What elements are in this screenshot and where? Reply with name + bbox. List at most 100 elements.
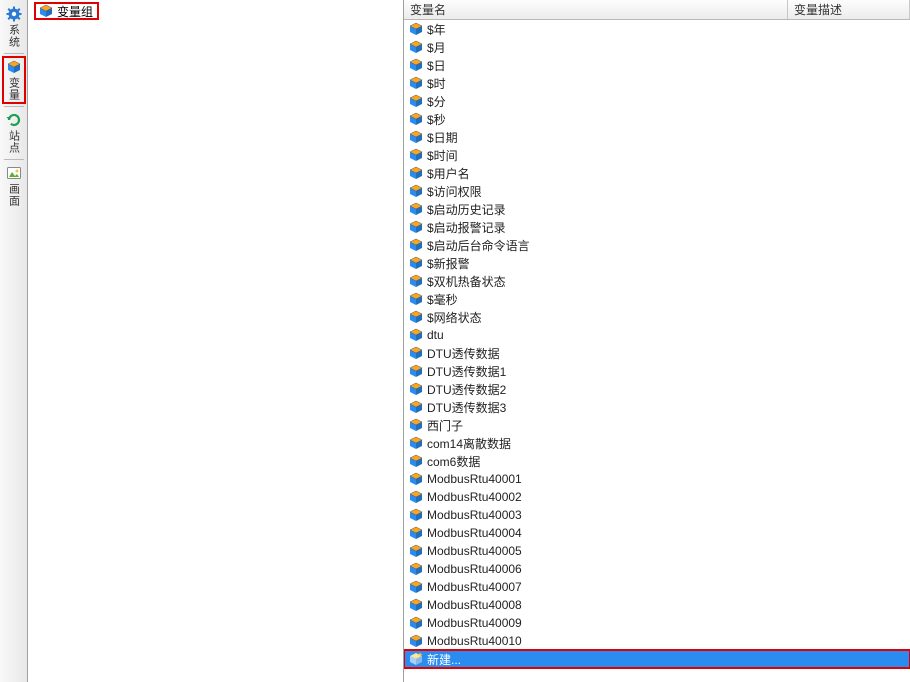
list-item[interactable]: $用户名: [404, 164, 910, 182]
list-item-new[interactable]: 新建...: [404, 650, 910, 668]
list-item[interactable]: ModbusRtu40006: [404, 560, 910, 578]
cube-icon: [408, 273, 424, 289]
list-item[interactable]: $毫秒: [404, 290, 910, 308]
cube-icon: [408, 57, 424, 73]
list-item-label: ModbusRtu40006: [427, 562, 522, 576]
list-item[interactable]: $启动报警记录: [404, 218, 910, 236]
column-header-name[interactable]: 变量名: [404, 0, 788, 19]
list-item[interactable]: $年: [404, 20, 910, 38]
list-item[interactable]: $新报警: [404, 254, 910, 272]
list-item-label: $时间: [427, 147, 458, 164]
column-header-desc[interactable]: 变量描述: [788, 0, 910, 19]
list-item-label: $启动历史记录: [427, 201, 506, 218]
list-item[interactable]: ModbusRtu40008: [404, 596, 910, 614]
list-item-label: 西门子: [427, 417, 463, 434]
cube-icon: [408, 237, 424, 253]
cube-icon: [408, 129, 424, 145]
list-item[interactable]: ModbusRtu40010: [404, 632, 910, 650]
list-item[interactable]: ModbusRtu40002: [404, 488, 910, 506]
list-item[interactable]: $双机热备状态: [404, 272, 910, 290]
list-item-label: $新报警: [427, 255, 470, 272]
cube-icon: [408, 525, 424, 541]
list-item[interactable]: $日期: [404, 128, 910, 146]
cube-icon: [408, 183, 424, 199]
list-item-label: $访问权限: [427, 183, 482, 200]
list-item-label: ModbusRtu40003: [427, 508, 522, 522]
cube-icon: [408, 435, 424, 451]
list-item[interactable]: $网络状态: [404, 308, 910, 326]
refresh-icon: [6, 112, 22, 128]
list-item-label: $双机热备状态: [427, 273, 506, 290]
list-item[interactable]: ModbusRtu40007: [404, 578, 910, 596]
list-item[interactable]: $时: [404, 74, 910, 92]
cube-icon: [408, 453, 424, 469]
list-item[interactable]: $日: [404, 56, 910, 74]
tree-root-label: 变量组: [57, 3, 93, 20]
list-item[interactable]: $访问权限: [404, 182, 910, 200]
list-item-label: $启动后台命令语言: [427, 237, 530, 254]
cube-icon: [408, 381, 424, 397]
cube-icon: [408, 417, 424, 433]
picture-icon: [6, 165, 22, 181]
list-item[interactable]: 西门子: [404, 416, 910, 434]
cube-icon: [408, 399, 424, 415]
list-item[interactable]: com6数据: [404, 452, 910, 470]
sidebar-item-variables[interactable]: 变量: [2, 56, 26, 104]
list-item[interactable]: ModbusRtu40009: [404, 614, 910, 632]
list-item-label: $年: [427, 21, 446, 38]
sidebar-item-label: 画面: [6, 183, 22, 207]
tree-panel: 变量组: [28, 0, 404, 682]
sidebar-item-stations[interactable]: 站点: [2, 109, 26, 157]
list-item[interactable]: dtu: [404, 326, 910, 344]
list-item[interactable]: ModbusRtu40005: [404, 542, 910, 560]
list-item-label: DTU透传数据1: [427, 363, 506, 380]
sidebar-item-system[interactable]: 系统: [2, 3, 26, 51]
sidebar-divider: [4, 159, 24, 160]
sidebar-item-label: 站点: [6, 130, 22, 154]
cube-icon: [408, 597, 424, 613]
list-item[interactable]: $启动历史记录: [404, 200, 910, 218]
list-item[interactable]: DTU透传数据2: [404, 380, 910, 398]
content-area: 变量组 变量名 变量描述 $年$月$日$时$分$秒$日期$时间$用户名$访问权限…: [28, 0, 910, 682]
list-item[interactable]: com14离散数据: [404, 434, 910, 452]
cube-icon: [408, 615, 424, 631]
list-item[interactable]: ModbusRtu40004: [404, 524, 910, 542]
tree-root-variable-group[interactable]: 变量组: [34, 2, 99, 20]
list-item[interactable]: $月: [404, 38, 910, 56]
list-item[interactable]: ModbusRtu40001: [404, 470, 910, 488]
list-item-label: $毫秒: [427, 291, 458, 308]
sidebar-item-screens[interactable]: 画面: [2, 162, 26, 210]
list-item-label: ModbusRtu40007: [427, 580, 522, 594]
cube-icon: [408, 579, 424, 595]
cube-icon: [408, 633, 424, 649]
list-item-label: 新建...: [427, 651, 461, 668]
list-header: 变量名 变量描述: [404, 0, 910, 20]
cube-icon: [408, 201, 424, 217]
cube-icon: [408, 471, 424, 487]
list-item-label: ModbusRtu40010: [427, 634, 522, 648]
list-item[interactable]: ModbusRtu40003: [404, 506, 910, 524]
sidebar-item-label: 变量: [6, 77, 22, 101]
list-item[interactable]: $启动后台命令语言: [404, 236, 910, 254]
list-item-label: $日: [427, 57, 446, 74]
list-item[interactable]: $分: [404, 92, 910, 110]
cube-icon: [408, 219, 424, 235]
list-item-label: ModbusRtu40005: [427, 544, 522, 558]
list-panel: 变量名 变量描述 $年$月$日$时$分$秒$日期$时间$用户名$访问权限$启动历…: [404, 0, 910, 682]
list-item[interactable]: $时间: [404, 146, 910, 164]
cube-icon: [408, 543, 424, 559]
cube-icon: [408, 165, 424, 181]
cube-icon: [408, 111, 424, 127]
list-item[interactable]: DTU透传数据: [404, 344, 910, 362]
list-item-label: $月: [427, 39, 446, 56]
list-item-label: DTU透传数据3: [427, 399, 506, 416]
new-item-icon: [408, 651, 424, 667]
vertical-toolbar: 系统变量站点画面: [0, 0, 28, 682]
list-item-label: DTU透传数据: [427, 345, 500, 362]
cube-icon: [6, 59, 22, 75]
list-item[interactable]: $秒: [404, 110, 910, 128]
cube-icon: [408, 345, 424, 361]
list-item[interactable]: DTU透传数据3: [404, 398, 910, 416]
cube-icon: [408, 39, 424, 55]
list-item[interactable]: DTU透传数据1: [404, 362, 910, 380]
